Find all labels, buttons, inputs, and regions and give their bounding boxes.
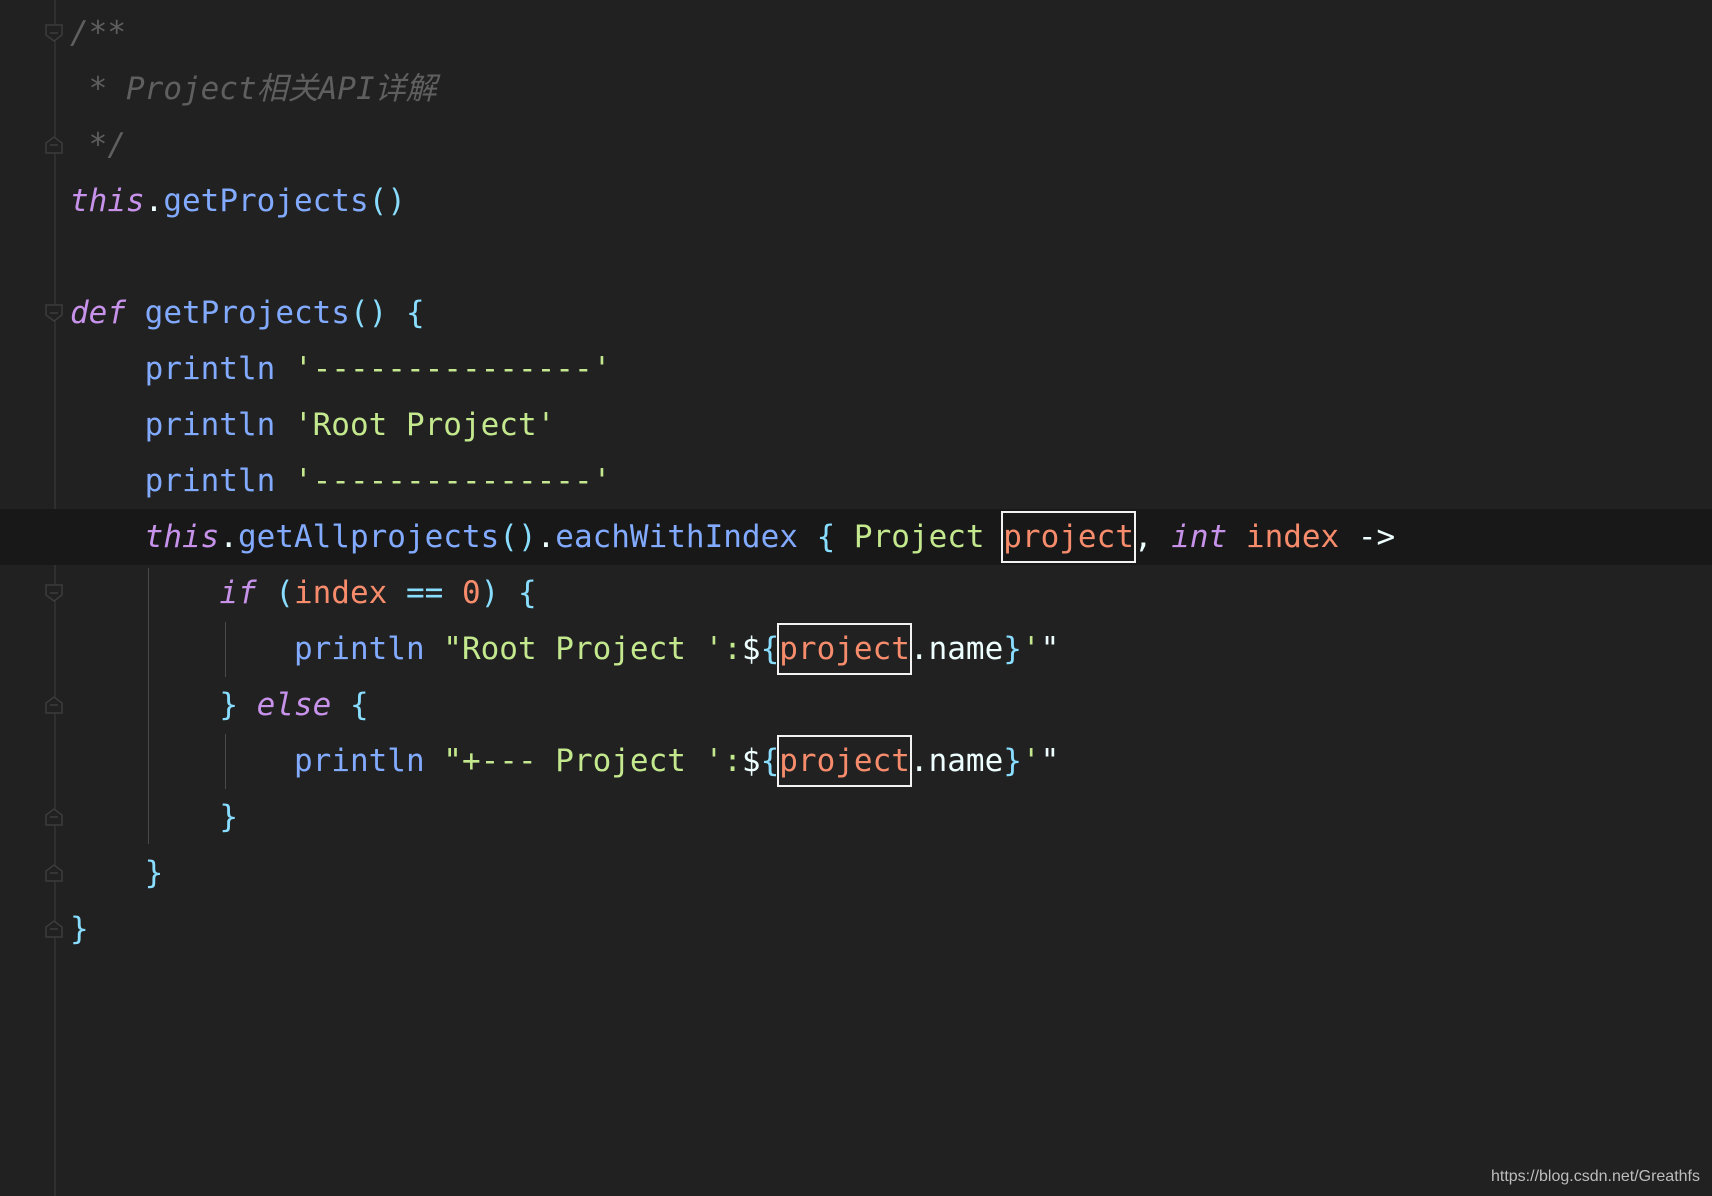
code-line[interactable]: println "Root Project ':${project.name}'… xyxy=(0,621,1712,677)
token-function: getProjects xyxy=(163,183,369,219)
code-line[interactable]: println '---------------' xyxy=(0,341,1712,397)
token-plain: . xyxy=(219,519,238,555)
token-function: println xyxy=(293,743,425,779)
token-keyword: else xyxy=(256,687,332,723)
token-punct: { xyxy=(797,519,854,555)
token-string: '---------------' xyxy=(293,351,612,387)
token-punct: == xyxy=(387,575,462,611)
token-plain: -> xyxy=(1339,519,1396,555)
token-string: '---------------' xyxy=(293,463,612,499)
code-line[interactable]: } xyxy=(0,845,1712,901)
code-line[interactable]: def getProjects() { xyxy=(0,285,1712,341)
token-plain: " xyxy=(1040,631,1060,667)
token-string: "+--- Project ': xyxy=(443,743,742,779)
token-function: eachWithIndex xyxy=(555,519,798,555)
code-line[interactable]: println '---------------' xyxy=(0,453,1712,509)
token-keyword: this xyxy=(70,183,145,219)
token-param: 0 xyxy=(461,575,481,611)
token-keyword: int xyxy=(1171,519,1228,555)
token-plain: . xyxy=(536,519,556,555)
token-comment: /** xyxy=(70,15,126,51)
token-function: getAllprojects xyxy=(237,519,500,555)
code-editor[interactable]: /** * Project相关API详解 */this.getProjects(… xyxy=(0,5,1712,957)
token-function: println xyxy=(144,407,276,443)
token-plain: .name xyxy=(909,631,1004,667)
token-punct: } xyxy=(219,687,257,723)
token-string: ' xyxy=(1021,631,1041,667)
token-punct: () xyxy=(499,519,537,555)
token-string: "Root Project ': xyxy=(443,631,742,667)
token-keyword: if xyxy=(219,575,257,611)
token-plain: . xyxy=(144,183,164,219)
code-line[interactable]: println 'Root Project' xyxy=(0,397,1712,453)
token-punct: ) { xyxy=(480,575,537,611)
token-punct: { xyxy=(760,743,780,779)
token-punct: } xyxy=(1003,631,1022,667)
token-plain: " xyxy=(1040,743,1060,779)
token-punct: } xyxy=(70,911,89,947)
code-line[interactable] xyxy=(0,229,1712,285)
code-line-current[interactable]: this.getAllprojects().eachWithIndex { Pr… xyxy=(0,509,1712,565)
token-punct: } xyxy=(144,855,164,891)
token-punct: () xyxy=(368,183,406,219)
token-plain: .name xyxy=(909,743,1004,779)
token-comment: * Project相关API详解 xyxy=(70,71,437,107)
token-punct: } xyxy=(219,799,238,835)
token-string: 'Root Project' xyxy=(293,407,556,443)
token-comment: */ xyxy=(70,127,126,163)
highlighted-token: project xyxy=(777,735,912,787)
token-punct: ( xyxy=(256,575,294,611)
token-type: Project xyxy=(853,519,985,555)
code-line[interactable]: } xyxy=(0,789,1712,845)
token-function: println xyxy=(144,463,276,499)
token-plain: $ xyxy=(741,631,761,667)
highlighted-token: project xyxy=(777,623,912,675)
watermark: https://blog.csdn.net/Greathfs xyxy=(1490,1168,1700,1185)
code-line[interactable]: */ xyxy=(0,117,1712,173)
code-line[interactable]: println "+--- Project ':${project.name}'… xyxy=(0,733,1712,789)
token-punct: { xyxy=(760,631,780,667)
token-punct: } xyxy=(1003,743,1022,779)
code-line[interactable]: this.getProjects() xyxy=(0,173,1712,229)
highlighted-token: project xyxy=(1001,511,1136,563)
token-punct: { xyxy=(331,687,369,723)
token-param: index xyxy=(1245,519,1340,555)
token-keyword: def xyxy=(70,295,126,331)
token-plain: , xyxy=(1133,519,1172,555)
token-function: println xyxy=(293,631,425,667)
token-punct: () { xyxy=(349,295,425,331)
token-function: println xyxy=(144,351,276,387)
code-line[interactable]: * Project相关API详解 xyxy=(0,61,1712,117)
code-line[interactable]: } xyxy=(0,901,1712,957)
code-line[interactable]: /** xyxy=(0,5,1712,61)
token-param: index xyxy=(293,575,388,611)
token-function: getProjects xyxy=(144,295,350,331)
code-line[interactable]: if (index == 0) { xyxy=(0,565,1712,621)
token-string: ' xyxy=(1021,743,1041,779)
token-keyword: this xyxy=(144,519,220,555)
code-line[interactable]: } else { xyxy=(0,677,1712,733)
token-plain: $ xyxy=(741,743,761,779)
